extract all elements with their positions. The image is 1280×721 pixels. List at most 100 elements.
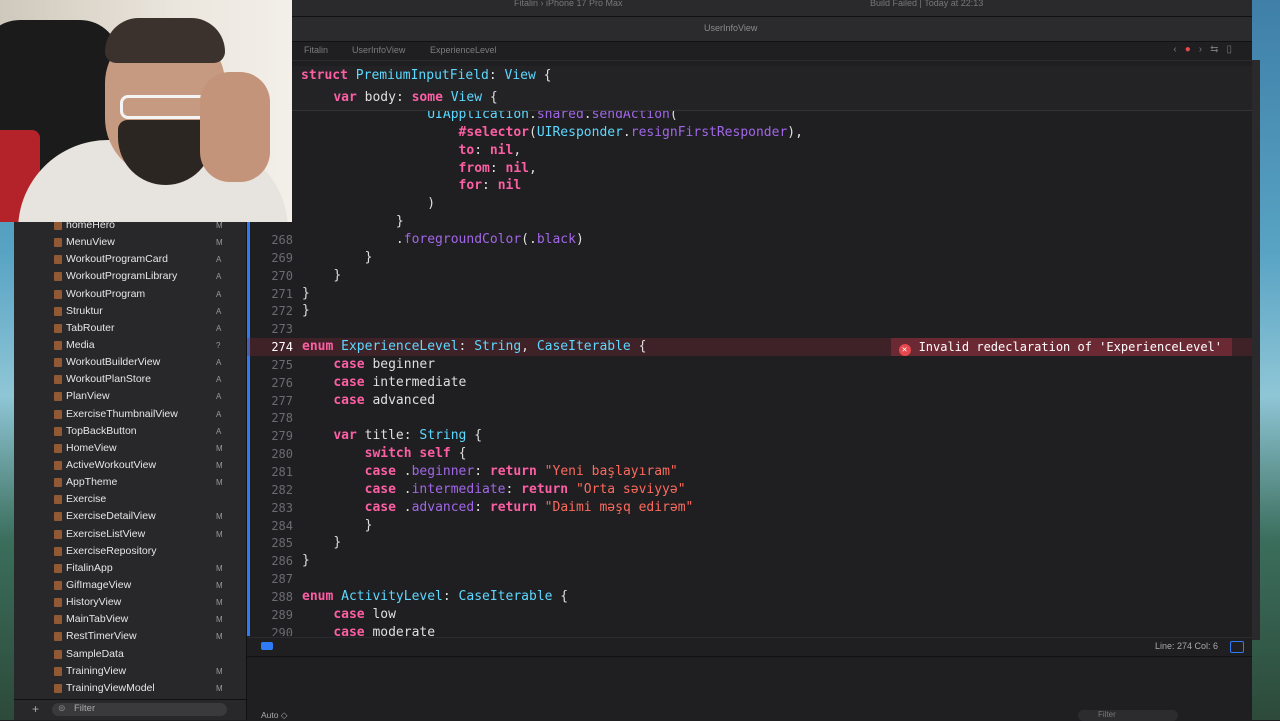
code-line[interactable]: 269 } <box>247 249 1252 267</box>
navigator-file-item[interactable]: WorkoutProgramCard A <box>14 251 246 268</box>
navigator-file-item[interactable]: TrainingViewModel M <box>14 680 246 697</box>
navigator-file-item[interactable]: WorkoutPlanStore A <box>14 371 246 388</box>
code-line[interactable]: 283 case .advanced: return "Daimi məşq e… <box>247 499 1252 517</box>
code-text: } <box>302 553 310 569</box>
file-name: AppTheme <box>66 476 118 489</box>
navigator-file-item[interactable]: ActiveWorkoutView M <box>14 457 246 474</box>
file-name: WorkoutProgramLibrary <box>66 270 178 283</box>
navigator-file-item[interactable]: WorkoutBuilderView A <box>14 354 246 371</box>
scm-status-badge: A <box>216 358 222 368</box>
variables-scope-select[interactable]: Auto ◇ <box>261 710 287 721</box>
navigator-file-item[interactable]: TopBackButton A <box>14 423 246 440</box>
code-line[interactable]: #selector(UIResponder.resignFirstRespond… <box>247 124 1252 142</box>
code-text: } <box>302 285 310 301</box>
code-text: case beginner <box>333 356 436 372</box>
code-line[interactable]: 287 <box>247 570 1252 588</box>
code-line[interactable]: 270 } <box>247 267 1252 285</box>
line-number: 269 <box>271 250 293 265</box>
sticky-scope-header[interactable]: struct PremiumInputField: View { var bod… <box>247 66 1252 111</box>
navigator-file-item[interactable]: WorkoutProgramLibrary A <box>14 268 246 285</box>
file-name: PlanView <box>66 390 110 403</box>
code-line[interactable]: 285 } <box>247 534 1252 552</box>
editor-scrollbar[interactable] <box>1252 60 1260 640</box>
navigator-file-item[interactable]: Struktur A <box>14 303 246 320</box>
code-line[interactable]: 274 enum ExperienceLevel: String, CaseIte… <box>247 338 1252 357</box>
code-line[interactable]: 272} <box>247 302 1252 320</box>
jumpbar-project[interactable]: Fitalin <box>304 45 328 55</box>
scheme-breadcrumb[interactable]: Fitalin › iPhone 17 Pro Max <box>514 0 623 8</box>
code-line[interactable]: 280 switch self { <box>247 445 1252 463</box>
filter-icon: ⊜ <box>58 703 66 713</box>
panel-toggle-icon[interactable] <box>1230 641 1244 653</box>
navigator-file-item[interactable]: HomeView M <box>14 440 246 457</box>
navigator-file-item[interactable]: ExerciseListView M <box>14 526 246 543</box>
code-line[interactable]: to: nil, <box>247 142 1252 160</box>
code-line[interactable]: 288 enum ActivityLevel: CaseIterable { <box>247 588 1252 606</box>
code-line[interactable]: 275 case beginner <box>247 356 1252 374</box>
swift-file-icon <box>54 546 62 556</box>
navigator-file-item[interactable]: SampleData <box>14 646 246 663</box>
navigator-file-item[interactable]: FitalinApp M <box>14 560 246 577</box>
code-text: } <box>302 303 310 319</box>
code-line[interactable]: 268 .foregroundColor(.black) <box>247 231 1252 249</box>
code-text: } <box>395 214 404 230</box>
navigator-file-item[interactable]: PlanView A <box>14 388 246 405</box>
navigator-file-item[interactable]: HistoryView M <box>14 594 246 611</box>
scm-status-badge: M <box>216 512 223 522</box>
file-name: GifImageView <box>66 578 132 591</box>
navigator-file-item[interactable]: ExerciseThumbnailView A <box>14 406 246 423</box>
code-line[interactable]: 276 case intermediate <box>247 374 1252 392</box>
code-line[interactable]: 278 <box>247 409 1252 427</box>
navigator-file-item[interactable]: MenuView M <box>14 234 246 251</box>
code-line[interactable]: 271} <box>247 285 1252 303</box>
code-line[interactable]: 279 var title: String { <box>247 427 1252 445</box>
code-line[interactable]: 286} <box>247 552 1252 570</box>
code-line[interactable]: 289 case low <box>247 606 1252 624</box>
source-editor[interactable]: UIApplication.shared.sendAction( #select… <box>247 61 1252 636</box>
navigator-filter-input[interactable]: ⊜ Filter <box>52 703 227 716</box>
navigator-file-item[interactable]: GifImageView M <box>14 577 246 594</box>
debug-toggle-icon[interactable] <box>261 642 273 650</box>
swift-file-icon <box>54 255 62 265</box>
swift-file-icon <box>54 426 62 436</box>
webcam-overlay <box>0 0 292 222</box>
add-file-icon[interactable]: + <box>32 702 39 716</box>
scm-status-badge: M <box>216 238 223 248</box>
debug-filter-input[interactable]: Filter <box>1078 710 1178 721</box>
code-line[interactable]: 282 case .intermediate: return "Orta səv… <box>247 481 1252 499</box>
navigator-file-item[interactable]: Media? <box>14 337 246 354</box>
code-line[interactable]: 273 <box>247 320 1252 338</box>
line-number: 277 <box>271 393 293 408</box>
navigator-file-item[interactable]: RestTimerView M <box>14 628 246 645</box>
scm-status-badge: A <box>216 409 222 419</box>
sticky-line[interactable]: var body: some View { <box>247 89 1252 107</box>
navigator-file-item[interactable]: Exercise <box>14 491 246 508</box>
line-number: 270 <box>271 268 293 283</box>
code-line[interactable]: 277 case advanced <box>247 392 1252 410</box>
sticky-line[interactable]: struct PremiumInputField: View { <box>247 67 1252 85</box>
navigator-file-item[interactable]: MainTabView M <box>14 611 246 628</box>
code-line[interactable]: 281 case .beginner: return "Yeni başlayı… <box>247 463 1252 481</box>
navigator-file-item[interactable]: ExerciseRepository <box>14 543 246 560</box>
error-annotation[interactable]: ✕ Invalid redeclaration of 'ExperienceLev… <box>890 338 1232 357</box>
scm-status-badge: M <box>216 683 223 693</box>
code-line[interactable]: for: nil <box>247 177 1252 195</box>
jumpbar-controls[interactable]: ‹●›⇆▯ <box>1173 44 1240 55</box>
navigator-file-item[interactable]: TrainingView M <box>14 663 246 680</box>
code-line[interactable]: 290 case moderate <box>247 624 1252 636</box>
tab-active-file[interactable]: UserInfoView <box>704 23 757 33</box>
file-name: Media <box>66 338 95 351</box>
swift-file-icon <box>54 529 62 539</box>
navigator-file-item[interactable]: ExerciseDetailView M <box>14 508 246 525</box>
code-line[interactable]: from: nil, <box>247 160 1252 178</box>
jumpbar-file[interactable]: UserInfoView <box>352 45 405 55</box>
file-name: FitalinApp <box>66 561 113 574</box>
navigator-file-item[interactable]: TabRouter A <box>14 320 246 337</box>
jumpbar-symbol[interactable]: ExperienceLevel <box>430 45 497 55</box>
code-line[interactable]: } <box>247 213 1252 231</box>
code-text: } <box>333 535 342 551</box>
code-line[interactable]: ) <box>247 195 1252 213</box>
code-line[interactable]: 284 } <box>247 517 1252 535</box>
navigator-file-item[interactable]: WorkoutProgram A <box>14 286 246 303</box>
navigator-file-item[interactable]: AppTheme M <box>14 474 246 491</box>
